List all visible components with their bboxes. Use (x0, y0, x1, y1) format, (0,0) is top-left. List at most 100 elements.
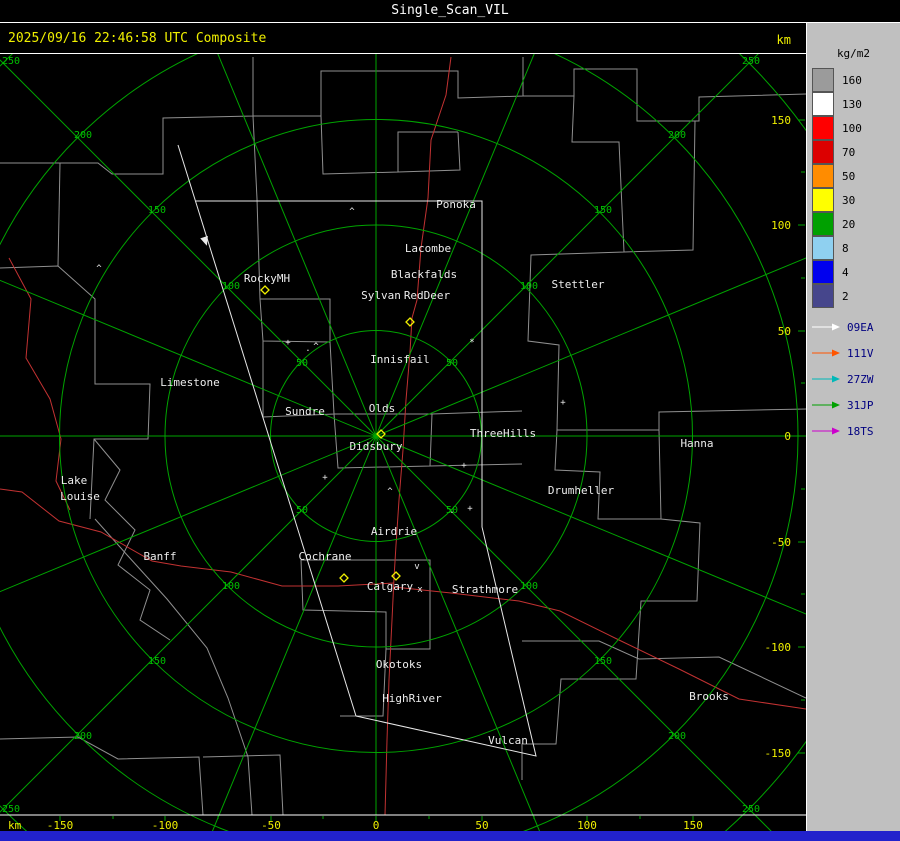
city-label-ponoka: Ponoka (436, 198, 476, 211)
right-axis-label: 50 (778, 325, 791, 338)
scale-value: 20 (842, 217, 856, 231)
town-marker: ^ (313, 342, 319, 352)
info-bar: 2025/09/16 22:46:58 UTC Composite km (0, 23, 806, 54)
scale-swatch (812, 92, 834, 116)
right-axis-label: 150 (771, 114, 791, 127)
bottom-axis-unit-label: km (8, 819, 22, 831)
scale-value: 100 (842, 121, 862, 135)
ring-label: 250 (2, 56, 20, 67)
window-titlebar: Single_Scan_VIL (0, 0, 900, 23)
town-marker: v (414, 562, 419, 572)
station-marker-diamond-icon (260, 285, 270, 295)
scale-value: 70 (842, 145, 856, 159)
city-label-stettler: Stettler (552, 278, 605, 291)
ring-label: 100 (222, 281, 240, 292)
window-title: Single_Scan_VIL (391, 3, 509, 18)
city-label-reddeer: RedDeer (404, 289, 451, 302)
town-marker: . (449, 506, 454, 516)
city-label-calgary: Calgary (367, 580, 414, 593)
city-label-threehills: ThreeHills (470, 427, 536, 440)
city-label-vulcan: Vulcan (488, 734, 528, 747)
town-marker: . (305, 344, 310, 354)
radar-map[interactable]: 50 100 150 200 250 50 100 150 200 250 50… (0, 54, 806, 831)
bottom-axis-label: -50 (261, 819, 281, 831)
scale-swatch (812, 68, 834, 92)
scale-value: 8 (842, 241, 849, 255)
track-legend: 09EA 111V 27ZW 31JP 18TS (807, 314, 900, 444)
ring-label: 150 (594, 656, 612, 667)
bottom-axis-label: 0 (373, 819, 380, 831)
color-scale: 160 130 100 70 50 30 20 8 4 2 (807, 68, 900, 308)
scale-row: 30 (807, 188, 900, 212)
scale-swatch (812, 260, 834, 284)
ring-label: 200 (668, 130, 686, 141)
ring-label: 100 (222, 581, 240, 592)
city-label-innisfail: Innisfail (370, 353, 430, 366)
track-legend-row: 18TS (807, 418, 900, 444)
town-marker: ^ (96, 264, 102, 274)
scale-swatch (812, 116, 834, 140)
scale-row: 70 (807, 140, 900, 164)
town-marker: + (467, 504, 473, 514)
scale-row: 100 (807, 116, 900, 140)
bottom-axis-label: 50 (475, 819, 488, 831)
town-marker: + (322, 473, 328, 483)
city-label-hanna: Hanna (680, 437, 713, 450)
ring-label: 150 (148, 205, 166, 216)
ring-label: 150 (594, 205, 612, 216)
ring-label: 150 (148, 656, 166, 667)
city-label-olds: Olds (369, 402, 396, 415)
town-marker: + (560, 398, 566, 408)
scale-value: 50 (842, 169, 856, 183)
scale-value: 160 (842, 73, 862, 87)
track-id-label: 09EA (847, 320, 874, 334)
station-marker-diamond-icon (405, 317, 415, 327)
town-marker: x (417, 585, 423, 595)
bottom-axis-label: 150 (683, 819, 703, 831)
track-legend-row: 09EA (807, 314, 900, 340)
track-legend-row: 31JP (807, 392, 900, 418)
bottom-axis-label: -100 (152, 819, 179, 831)
axis-labels: km -150 -100 -50 0 50 100 150 150 100 50… (8, 114, 791, 831)
city-label-okotoks: Okotoks (376, 658, 422, 671)
scale-value: 2 (842, 289, 849, 303)
city-label-highriver: HighRiver (382, 692, 442, 705)
ring-label: 50 (446, 358, 458, 369)
city-label-cochrane: Cochrane (299, 550, 352, 563)
town-marker: * (469, 338, 474, 348)
scale-unit-label: kg/m2 (836, 47, 871, 60)
track-id-label: 31JP (847, 398, 874, 412)
ring-label: 200 (74, 130, 92, 141)
scale-value: 30 (842, 193, 856, 207)
scale-swatch (812, 236, 834, 260)
town-marker: ^ (387, 487, 393, 497)
city-label-rockymh: RockyMH (244, 272, 290, 285)
scale-swatch (812, 140, 834, 164)
legend-panel: kg/m2 160 130 100 70 50 30 20 8 4 2 09EA… (806, 23, 900, 831)
ring-label: 250 (742, 56, 760, 67)
scale-row: 4 (807, 260, 900, 284)
city-label-sylvan: Sylvan (361, 289, 401, 302)
city-label-blackfalds: Blackfalds (391, 268, 457, 281)
town-marker: + (285, 338, 291, 348)
station-marker-diamond-icon (391, 571, 401, 581)
city-label-didsbury: Didsbury (350, 440, 403, 453)
scale-swatch (812, 188, 834, 212)
track-arrow-icon (812, 323, 840, 331)
ring-label: 100 (520, 581, 538, 592)
right-axis-label: -150 (765, 747, 792, 760)
track-arrow-icon (812, 375, 840, 383)
scale-value: 130 (842, 97, 862, 111)
station-marker-diamond-icon (339, 573, 349, 583)
bottom-axis-label: 100 (577, 819, 597, 831)
track-arrow-icon (812, 427, 840, 435)
city-label-limestone: Limestone (160, 376, 220, 389)
right-axis-label: -50 (771, 536, 791, 549)
scale-swatch (812, 164, 834, 188)
scale-value: 4 (842, 265, 849, 279)
track-arrow-icon (812, 401, 840, 409)
scale-swatch (812, 284, 834, 308)
scale-row: 8 (807, 236, 900, 260)
scale-swatch (812, 212, 834, 236)
city-label-strathmore: Strathmore (452, 583, 518, 596)
